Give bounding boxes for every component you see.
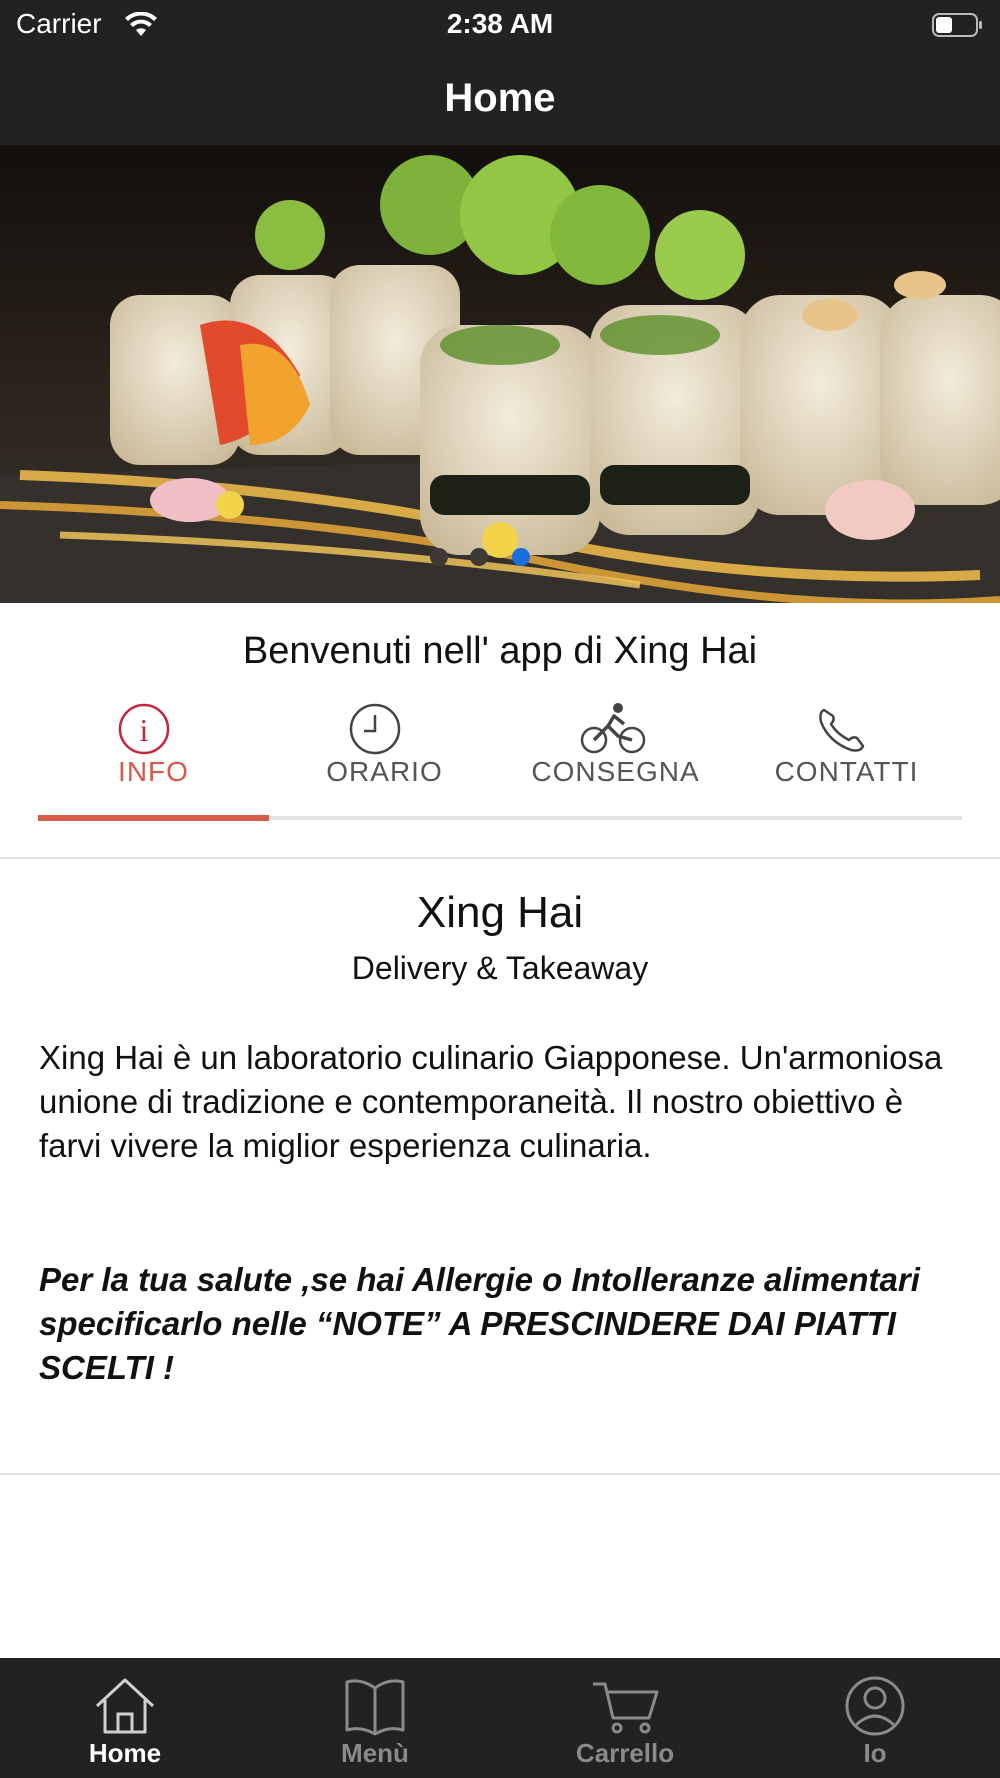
restaurant-subtitle: Delivery & Takeaway — [351, 950, 649, 986]
carousel-dot[interactable] — [430, 548, 448, 566]
phone-icon — [819, 708, 865, 752]
bottom-tab-bar: Home Menù Carrello Io — [0, 1658, 1000, 1778]
restaurant-description: Xing Hai è un laboratorio culinario Giap… — [39, 1039, 943, 1164]
tab-orario[interactable]: ORARIO — [269, 690, 500, 822]
navigation-bar: Home — [0, 48, 1000, 145]
tabbar-menu-label: Menù — [341, 1738, 409, 1768]
tabbar-home-label: Home — [88, 1738, 162, 1768]
battery-icon — [932, 13, 982, 37]
section-divider — [0, 1473, 1000, 1475]
sushi-photo — [0, 145, 1000, 603]
home-icon — [95, 1678, 155, 1734]
tab-selection-indicator — [38, 815, 269, 821]
tab-contatti[interactable]: CONTATTI — [731, 690, 962, 822]
section-divider — [0, 857, 1000, 859]
carousel-dot[interactable] — [470, 548, 488, 566]
tabbar-cart-label: Carrello — [575, 1738, 675, 1768]
tabbar-profile-label: Io — [863, 1738, 887, 1768]
tab-contatti-label: CONTATTI — [774, 756, 919, 787]
svg-text:i: i — [140, 712, 149, 748]
tab-info-label: INFO — [118, 756, 189, 787]
tabbar-menu[interactable]: Menù — [250, 1658, 500, 1778]
welcome-heading: Benvenuti nell' app di Xing Hai — [242, 630, 758, 672]
tab-consegna-label: CONSEGNA — [531, 756, 700, 787]
tabbar-home[interactable]: Home — [0, 1658, 250, 1778]
restaurant-name: Xing Hai — [416, 888, 584, 937]
cart-icon — [593, 1682, 659, 1734]
user-icon — [845, 1676, 905, 1736]
tabbar-profile[interactable]: Io — [750, 1658, 1000, 1778]
status-bar: Carrier 2:38 AM — [0, 0, 1000, 48]
tab-orario-label: ORARIO — [326, 756, 443, 787]
clock-icon — [349, 703, 401, 755]
tab-info[interactable]: i INFO — [38, 690, 269, 822]
book-icon — [345, 1679, 405, 1736]
hero-carousel[interactable] — [0, 145, 1000, 603]
page-title: Home — [444, 76, 556, 120]
clock-time: 2:38 AM — [446, 8, 554, 39]
allergy-note: Per la tua salute ,se hai Allergie o Int… — [39, 1261, 920, 1386]
carousel-dot-active[interactable] — [512, 548, 530, 566]
carousel-page-indicator[interactable] — [0, 548, 1000, 572]
tabbar-cart[interactable]: Carrello — [500, 1658, 750, 1778]
tab-consegna[interactable]: CONSEGNA — [500, 690, 731, 822]
info-tabs: i INFO ORARIO CONSEGNA CONTATTI — [38, 690, 962, 822]
bicycle-icon — [580, 703, 646, 754]
info-icon: i — [118, 703, 170, 755]
